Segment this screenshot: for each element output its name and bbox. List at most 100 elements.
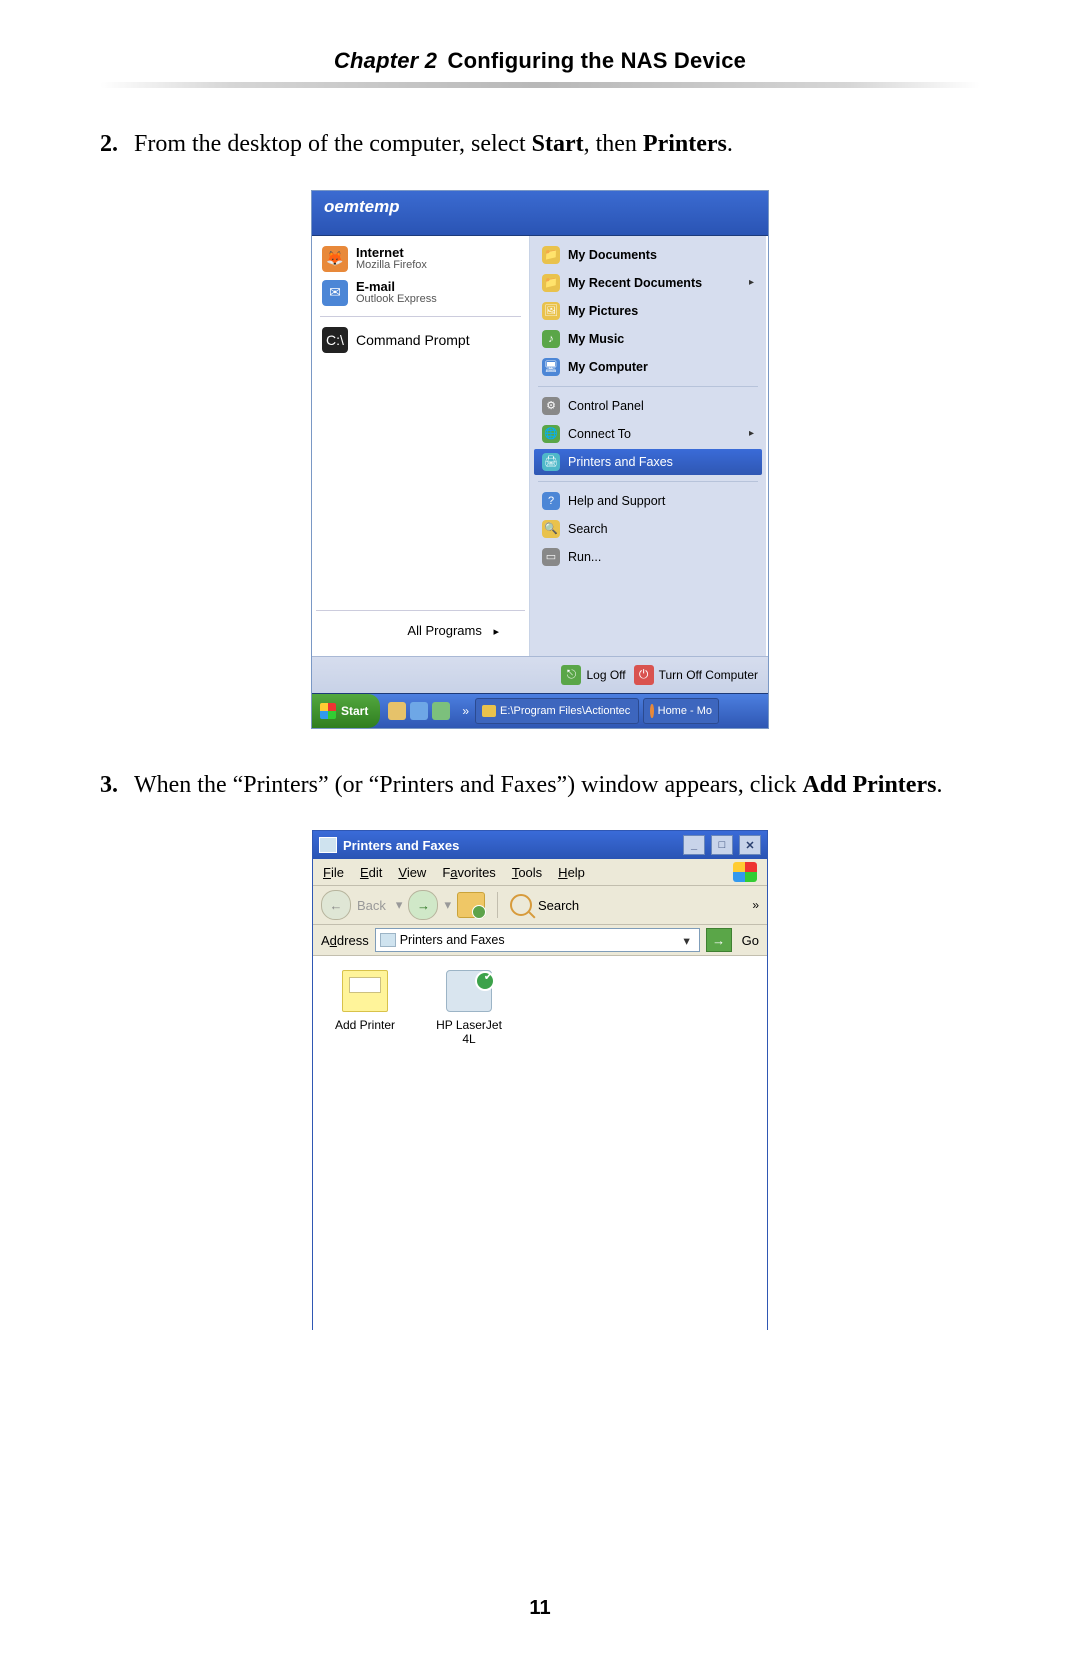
menu-file[interactable]: File: [323, 865, 344, 880]
internet-item[interactable]: 🦊 Internet Mozilla Firefox: [316, 242, 525, 276]
internet-title: Internet: [356, 246, 427, 259]
windows-logo-icon: [733, 862, 757, 882]
maximize-button[interactable]: □: [711, 835, 733, 855]
up-folder-button[interactable]: [457, 892, 485, 918]
folder-icon: [482, 705, 496, 717]
start-menu-bottom: ⎋Log Off ⏻Turn Off Computer: [312, 656, 768, 693]
printer-default-icon: [446, 970, 492, 1012]
music-icon: ♪: [542, 330, 560, 348]
minimize-button[interactable]: _: [683, 835, 705, 855]
my-music[interactable]: ♪My Music: [534, 326, 762, 352]
my-documents[interactable]: 📁My Documents: [534, 242, 762, 268]
quicklaunch-icon[interactable]: [410, 702, 428, 720]
menu-edit[interactable]: Edit: [360, 865, 382, 880]
back-button[interactable]: ←: [321, 890, 351, 920]
printers-window: Printers and Faxes _ □ ✕ File Edit View …: [312, 830, 768, 1330]
menu-favorites[interactable]: Favorites: [442, 865, 495, 880]
email-icon: ✉: [322, 280, 348, 306]
figure-start-menu: oemtemp 🦊 Internet Mozilla Firefox ✉ E-m…: [100, 190, 980, 729]
chapter-title: Configuring the NAS Device: [448, 48, 747, 73]
step-text: When the “Printers” (or “Printers and Fa…: [134, 769, 980, 803]
address-field[interactable]: Printers and Faxes ▾: [375, 928, 700, 952]
step-3: 3. When the “Printers” (or “Printers and…: [100, 769, 980, 803]
chapter-header: Chapter 2 Configuring the NAS Device: [100, 48, 980, 74]
separator: [497, 892, 498, 918]
step-text: From the desktop of the computer, select…: [134, 128, 980, 162]
my-computer[interactable]: 🖥My Computer: [534, 354, 762, 380]
email-sub: Outlook Express: [356, 293, 437, 305]
log-off-button[interactable]: ⎋Log Off: [561, 665, 625, 685]
go-button[interactable]: →: [706, 928, 732, 952]
forward-button[interactable]: →: [408, 890, 438, 920]
separator: [538, 481, 758, 482]
internet-sub: Mozilla Firefox: [356, 259, 427, 271]
menu-view[interactable]: View: [398, 865, 426, 880]
add-printer-item[interactable]: Add Printer: [327, 970, 403, 1032]
menu-tools[interactable]: Tools: [512, 865, 542, 880]
email-item[interactable]: ✉ E-mail Outlook Express: [316, 276, 525, 310]
step-number: 3.: [100, 769, 134, 803]
cmd-item[interactable]: C:\ Command Prompt: [316, 323, 525, 357]
help-icon: ?: [542, 492, 560, 510]
figure-printers-window: Printers and Faxes _ □ ✕ File Edit View …: [100, 830, 980, 1330]
add-printer-label: Add Printer: [327, 1018, 403, 1032]
menu-help[interactable]: Help: [558, 865, 585, 880]
close-button[interactable]: ✕: [739, 835, 761, 855]
folder-icon: 📁: [542, 274, 560, 292]
printer-icon: [380, 933, 396, 947]
control-panel-icon: ⚙: [542, 397, 560, 415]
firefox-icon: 🦊: [322, 246, 348, 272]
cmd-label: Command Prompt: [356, 332, 470, 348]
dropdown-icon[interactable]: ▾: [444, 897, 451, 913]
hp-printer-item[interactable]: HP LaserJet 4L: [431, 970, 507, 1046]
help-and-support[interactable]: ?Help and Support: [534, 488, 762, 514]
window-body: Add Printer HP LaserJet 4L: [313, 956, 767, 1354]
go-label: Go: [742, 933, 759, 948]
taskbar: Start » E:\Program Files\Actiontec Home …: [312, 693, 768, 728]
address-bar: Address Printers and Faxes ▾ → Go: [313, 925, 767, 956]
quick-launch: [380, 702, 458, 720]
window-title: Printers and Faxes: [343, 838, 459, 853]
power-icon: ⏻: [634, 665, 654, 685]
separator: [320, 316, 521, 317]
printers-and-faxes[interactable]: 🖨Printers and Faxes: [534, 449, 762, 475]
start-menu-left: 🦊 Internet Mozilla Firefox ✉ E-mail Outl…: [312, 236, 530, 656]
menu-bar: File Edit View Favorites Tools Help: [313, 859, 767, 886]
search-icon: [510, 894, 532, 916]
network-icon: 🌐: [542, 425, 560, 443]
my-recent-documents[interactable]: 📁My Recent Documents: [534, 270, 762, 296]
run-item[interactable]: ▭Run...: [534, 544, 762, 570]
turn-off-button[interactable]: ⏻Turn Off Computer: [634, 665, 758, 685]
chapter-label: Chapter 2: [334, 48, 437, 73]
quicklaunch-icon[interactable]: [432, 702, 450, 720]
quicklaunch-more[interactable]: »: [458, 704, 473, 718]
folder-icon: 🖼: [542, 302, 560, 320]
dropdown-icon[interactable]: ▾: [396, 897, 403, 913]
windows-logo-icon: [320, 703, 336, 719]
address-value: Printers and Faxes: [400, 933, 505, 947]
printer-icon: [319, 837, 337, 853]
back-label: Back: [357, 898, 386, 913]
computer-icon: 🖥: [542, 358, 560, 376]
search-item[interactable]: 🔍Search: [534, 516, 762, 542]
toolbar-more[interactable]: »: [752, 898, 759, 912]
step-2: 2. From the desktop of the computer, sel…: [100, 128, 980, 162]
taskbar-item-browser[interactable]: Home - Mo: [643, 698, 719, 724]
search-icon: 🔍: [542, 520, 560, 538]
email-title: E-mail: [356, 280, 437, 293]
my-pictures[interactable]: 🖼My Pictures: [534, 298, 762, 324]
start-menu-right: 📁My Documents 📁My Recent Documents 🖼My P…: [530, 236, 766, 656]
run-icon: ▭: [542, 548, 560, 566]
printer-icon: 🖨: [542, 453, 560, 471]
start-button[interactable]: Start: [312, 694, 380, 728]
folder-icon: 📁: [542, 246, 560, 264]
add-printer-icon: [342, 970, 388, 1012]
all-programs[interactable]: All Programs: [316, 610, 525, 650]
connect-to[interactable]: 🌐Connect To: [534, 421, 762, 447]
quicklaunch-icon[interactable]: [388, 702, 406, 720]
dropdown-icon[interactable]: ▾: [679, 933, 695, 948]
hp-printer-label: HP LaserJet 4L: [431, 1018, 507, 1046]
search-button[interactable]: Search: [538, 898, 579, 913]
control-panel[interactable]: ⚙Control Panel: [534, 393, 762, 419]
taskbar-item-explorer[interactable]: E:\Program Files\Actiontec: [475, 698, 639, 724]
